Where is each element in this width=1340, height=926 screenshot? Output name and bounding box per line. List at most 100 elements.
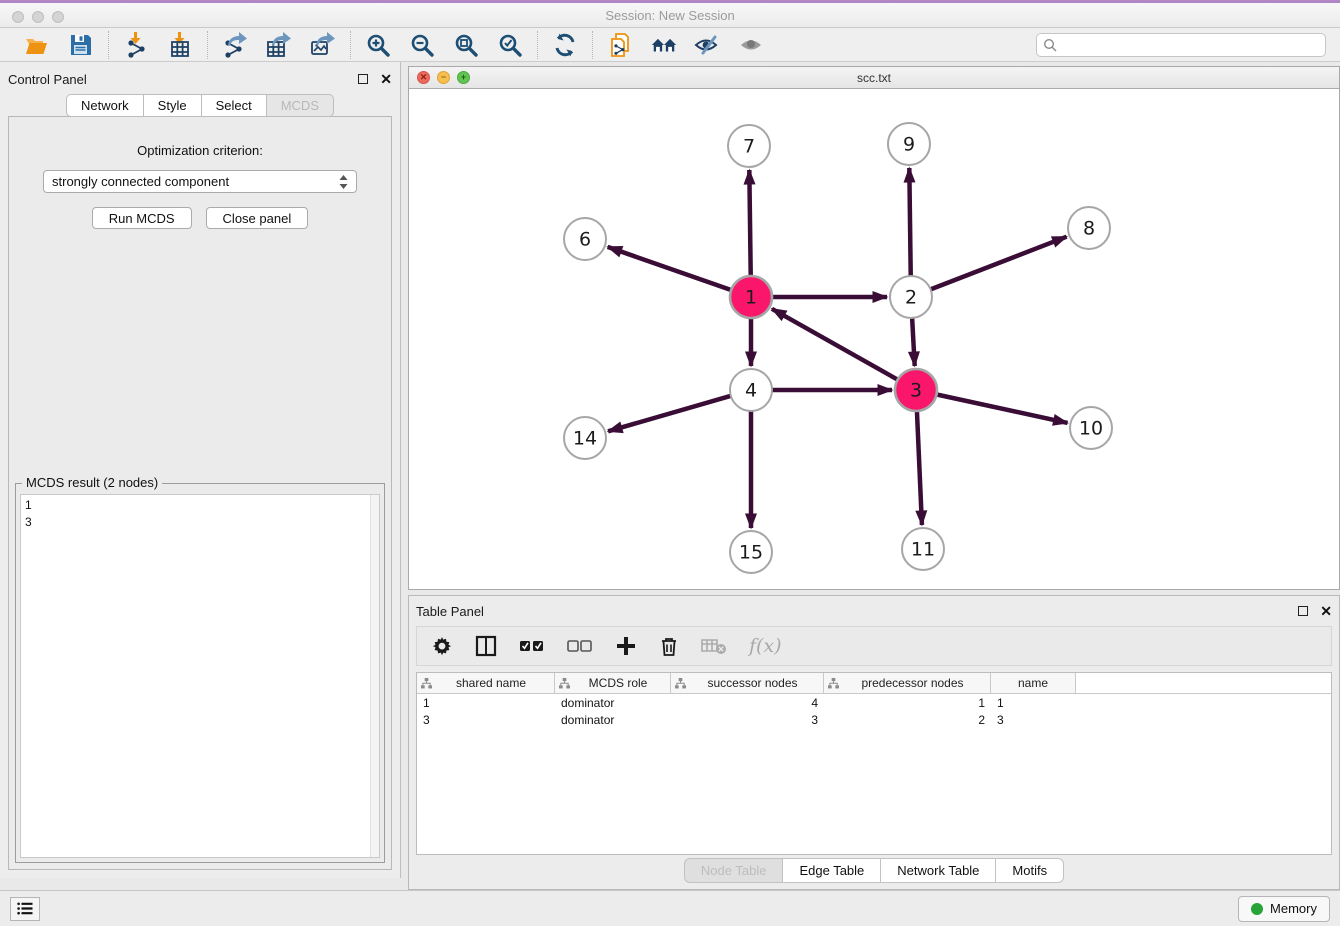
graph-node-7[interactable]: 7 [728, 125, 770, 167]
tab-network-table[interactable]: Network Table [880, 858, 995, 883]
show-all-button[interactable] [738, 31, 766, 59]
cell[interactable]: 3 [991, 711, 1076, 728]
select-all-rows-icon[interactable] [519, 637, 545, 655]
graph-node-4[interactable]: 4 [730, 369, 772, 411]
graph-node-10[interactable]: 10 [1070, 407, 1112, 449]
minimize-window-button[interactable] [32, 11, 44, 23]
zoom-in-button[interactable] [364, 31, 392, 59]
run-mcds-button[interactable]: Run MCDS [92, 207, 192, 229]
network-window-titlebar[interactable]: ✕ − + scc.txt [409, 67, 1339, 89]
mcds-result-group: MCDS result (2 nodes) 1 3 [15, 483, 385, 863]
clone-network-button[interactable] [606, 31, 634, 59]
tree-icon [421, 678, 432, 689]
table-row[interactable]: 3 dominator 3 2 3 [417, 711, 1331, 728]
network-zoom-button[interactable]: + [457, 71, 470, 84]
zoom-window-button[interactable] [52, 11, 64, 23]
function-builder-icon: f(x) [749, 635, 782, 657]
column-header-shared-name[interactable]: shared name [417, 673, 555, 693]
clone-network-icon [607, 32, 633, 58]
window-controls[interactable] [12, 11, 64, 23]
deselect-all-rows-icon[interactable] [567, 637, 593, 655]
network-close-button[interactable]: ✕ [417, 71, 430, 84]
close-window-button[interactable] [12, 11, 24, 23]
criterion-select[interactable]: strongly connected component [43, 170, 357, 193]
list-icon [17, 902, 33, 915]
graph-edge-3-1[interactable] [772, 309, 899, 380]
close-panel-button[interactable]: Close panel [206, 207, 309, 229]
network-canvas[interactable]: 7 9 6 8 1 2 4 3 14 10 15 11 [409, 89, 1339, 589]
float-table-panel-icon[interactable] [1298, 606, 1308, 616]
graph-node-8[interactable]: 8 [1068, 207, 1110, 249]
column-header-name[interactable]: name [991, 673, 1076, 693]
add-column-plus-icon[interactable] [615, 635, 637, 657]
memory-button[interactable]: Memory [1238, 896, 1330, 922]
zoom-fit-button[interactable] [452, 31, 480, 59]
import-table-button[interactable] [166, 31, 194, 59]
tab-edge-table[interactable]: Edge Table [782, 858, 880, 883]
window-title: Session: New Session [605, 8, 734, 23]
float-panel-icon[interactable] [358, 74, 368, 84]
result-scrollbar[interactable] [370, 495, 379, 857]
cell[interactable]: 1 [991, 694, 1076, 711]
tab-mcds[interactable]: MCDS [266, 94, 334, 117]
graph-node-9[interactable]: 9 [888, 123, 930, 165]
close-table-panel-icon[interactable]: ✕ [1320, 604, 1332, 618]
search-box[interactable] [1036, 33, 1326, 57]
graph-edge-3-10[interactable] [936, 394, 1068, 423]
graph-edge-4-14[interactable] [608, 396, 732, 432]
refresh-view-button[interactable] [551, 31, 579, 59]
graph-edge-2-9[interactable] [909, 168, 910, 277]
split-table-icon[interactable] [475, 635, 497, 657]
graph-node-11[interactable]: 11 [902, 528, 944, 570]
node-table[interactable]: shared name MCDS role successor nodes pr… [416, 672, 1332, 855]
network-minimize-button[interactable]: − [437, 71, 450, 84]
hide-selected-button[interactable] [694, 31, 722, 59]
tab-network[interactable]: Network [66, 94, 143, 117]
graph-edge-1-7[interactable] [749, 170, 750, 277]
graph-edge-2-8[interactable] [930, 237, 1067, 290]
delete-column-trash-icon[interactable] [659, 635, 679, 657]
cell[interactable]: 1 [824, 694, 991, 711]
cell[interactable]: 4 [671, 694, 824, 711]
svg-text:14: 14 [573, 428, 597, 450]
mcds-result-text[interactable]: 1 3 [20, 494, 380, 858]
graph-node-2[interactable]: 2 [890, 276, 932, 318]
cell[interactable]: dominator [555, 711, 671, 728]
graph-node-1[interactable]: 1 [730, 276, 772, 318]
cell[interactable]: dominator [555, 694, 671, 711]
zoom-selected-button[interactable] [496, 31, 524, 59]
close-panel-icon[interactable]: ✕ [380, 72, 392, 86]
export-table-button[interactable] [265, 31, 293, 59]
open-session-button[interactable] [23, 31, 51, 59]
graph-edge-1-6[interactable] [608, 247, 732, 290]
task-history-button[interactable] [10, 897, 40, 921]
graph-node-15[interactable]: 15 [730, 531, 772, 573]
column-header-mcds-role[interactable]: MCDS role [555, 673, 671, 693]
network-window: ✕ − + scc.txt 7 9 6 8 1 2 4 3 14 10 15 11 [408, 66, 1340, 590]
column-header-successor-nodes[interactable]: successor nodes [671, 673, 824, 693]
search-input[interactable] [1057, 38, 1319, 52]
graph-node-3[interactable]: 3 [895, 369, 937, 411]
cell[interactable]: 1 [417, 694, 555, 711]
graph-node-6[interactable]: 6 [564, 218, 606, 260]
graph-edge-2-3[interactable] [912, 317, 915, 366]
tab-style[interactable]: Style [143, 94, 201, 117]
tab-select[interactable]: Select [201, 94, 266, 117]
table-row[interactable]: 1 dominator 4 1 1 [417, 694, 1331, 711]
tab-node-table[interactable]: Node Table [684, 858, 783, 883]
save-session-button[interactable] [67, 31, 95, 59]
svg-text:8: 8 [1083, 218, 1095, 240]
zoom-out-button[interactable] [408, 31, 436, 59]
export-image-button[interactable] [309, 31, 337, 59]
cell[interactable]: 2 [824, 711, 991, 728]
graph-node-14[interactable]: 14 [564, 417, 606, 459]
tab-motifs[interactable]: Motifs [995, 858, 1064, 883]
first-neighbors-button[interactable] [650, 31, 678, 59]
table-settings-gear-icon[interactable] [431, 635, 453, 657]
cell[interactable]: 3 [417, 711, 555, 728]
export-network-button[interactable] [221, 31, 249, 59]
graph-edge-3-11[interactable] [917, 410, 922, 525]
import-network-button[interactable] [122, 31, 150, 59]
column-header-predecessor-nodes[interactable]: predecessor nodes [824, 673, 991, 693]
cell[interactable]: 3 [671, 711, 824, 728]
